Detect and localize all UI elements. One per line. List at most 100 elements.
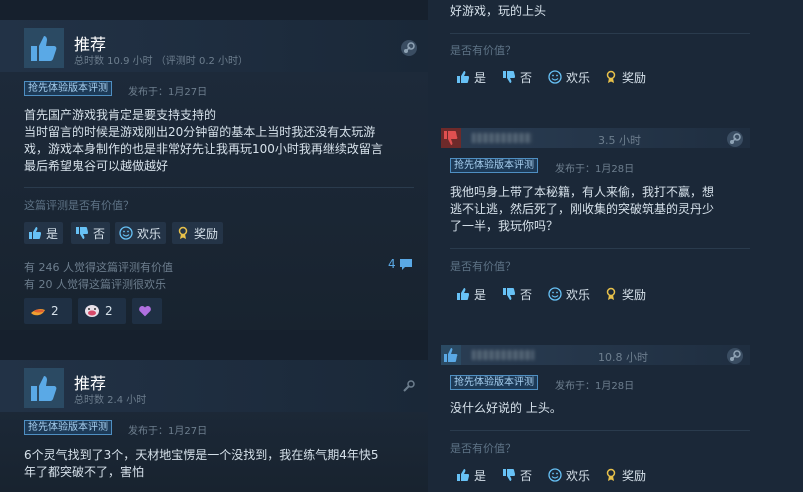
smiley-icon: [548, 468, 562, 482]
review-line: 最后希望鬼谷可以越做越好: [24, 159, 169, 173]
helpful-question: 这篇评测是否有价值？: [24, 199, 134, 212]
vote-funny-button[interactable]: 欢乐: [544, 66, 595, 88]
review-body: 首先国产游戏我肯定是要支持支持的 当时留言的时候是游戏刚出20分钟留的基本上当时…: [24, 107, 383, 175]
award-pill[interactable]: 2: [78, 298, 126, 324]
award-count: 2: [105, 304, 113, 318]
comment-count-link[interactable]: 4: [388, 257, 413, 271]
review-line: 戏，游戏本身制作的也是非常好先让我再玩100小时我再继续改留言: [24, 142, 383, 156]
steam-logo-icon[interactable]: [726, 347, 744, 365]
comment-body: 好游戏，玩的上头: [450, 3, 546, 20]
vote-yes-label: 是: [474, 287, 487, 302]
posted-date: 发布于：1月27日: [128, 426, 208, 437]
review-line: 当时留言的时候是游戏刚出20分钟留的基本上当时我还没有太玩游: [24, 125, 376, 139]
vote-yes-button[interactable]: 是: [452, 283, 491, 305]
smiley-icon: [548, 287, 562, 301]
comment-line: 逃不让逃，然后死了，刚收集的突破筑基的灵丹少: [450, 202, 715, 216]
early-access-tag: 抢先体验版本评测: [24, 420, 112, 435]
award-medal-icon: [606, 287, 616, 300]
reviewer-name-blurred: [472, 350, 534, 360]
vote-funny-label: 欢乐: [137, 226, 162, 241]
vote-funny-button[interactable]: 欢乐: [544, 283, 595, 305]
thumbs-up-icon: [24, 28, 64, 68]
review-hours: 总时数 10.9 小时 （评测时 0.2 小时）: [74, 56, 249, 67]
review-hours: 总时数 2.4 小时: [74, 395, 147, 406]
early-access-tag: 抢先体验版本评测: [450, 158, 538, 173]
comment-line: 了一半，我玩你吗？: [450, 219, 559, 233]
thumbs-up-icon: [457, 71, 469, 83]
thumbs-down-icon: [503, 71, 515, 83]
funny-count: 有 20 人觉得这篇评测很欢乐: [24, 278, 166, 291]
divider: [450, 248, 750, 249]
vote-funny-label: 欢乐: [566, 468, 591, 483]
thumbs-up-icon: [29, 227, 41, 239]
vote-yes-label: 是: [474, 468, 487, 483]
vote-no-label: 否: [520, 70, 533, 85]
helpful-question: 是否有价值？: [450, 260, 516, 273]
comment-hours: 10.8 小时: [598, 351, 648, 364]
thumbs-down-icon: [76, 227, 88, 239]
laughing-face-award-icon: [85, 305, 99, 317]
review-line: 首先国产游戏我肯定是要支持支持的: [24, 108, 217, 122]
vote-funny-button[interactable]: 欢乐: [115, 222, 167, 244]
vote-yes-label: 是: [46, 226, 59, 241]
thumbs-up-icon: [457, 288, 469, 300]
award-button[interactable]: 奖励: [600, 283, 651, 305]
award-label: 奖励: [194, 226, 219, 241]
thumbs-down-icon: [441, 128, 461, 148]
heart-award-icon: [139, 306, 151, 317]
award-button[interactable]: 奖励: [172, 222, 224, 244]
steam-logo-icon[interactable]: [400, 39, 418, 57]
award-medal-icon: [606, 468, 616, 481]
divider: [450, 430, 750, 431]
posted-date: 发布于：1月28日: [555, 164, 635, 175]
smiley-icon: [119, 226, 133, 240]
hot-dog-award-icon: [31, 309, 45, 316]
review-line: 6个灵气找到了3个，天材地宝愣是一个没找到，我在练气期4年快5: [24, 448, 379, 462]
thumbs-down-icon: [503, 469, 515, 481]
comment-count: 4: [388, 257, 396, 271]
vote-no-button[interactable]: 否: [498, 66, 537, 88]
helpful-question: 是否有价值？: [450, 44, 516, 57]
early-access-tag: 抢先体验版本评测: [24, 81, 112, 96]
comment-hours: 3.5 小时: [598, 134, 641, 147]
award-count: 2: [51, 304, 59, 318]
award-label: 奖励: [622, 287, 647, 302]
thumbs-up-icon: [24, 368, 64, 408]
review-line: 年了都突破不了，害怕: [24, 465, 145, 479]
reviewer-name-blurred: [472, 133, 532, 143]
divider: [24, 187, 414, 188]
comment-body: 我他吗身上带了本秘籍，有人来偷，我打不赢，想 逃不让逃，然后死了，刚收集的突破筑…: [450, 184, 714, 235]
divider: [450, 33, 750, 34]
steam-logo-icon[interactable]: [400, 377, 418, 395]
vote-no-button[interactable]: 否: [498, 464, 537, 486]
award-label: 奖励: [622, 468, 647, 483]
vote-no-label: 否: [93, 226, 106, 241]
review-body: 6个灵气找到了3个，天材地宝愣是一个没找到，我在练气期4年快5 年了都突破不了，…: [24, 447, 379, 481]
vote-funny-button[interactable]: 欢乐: [544, 464, 595, 486]
posted-date: 发布于：1月28日: [555, 381, 635, 392]
vote-yes-button[interactable]: 是: [452, 66, 491, 88]
comment-line: 我他吗身上带了本秘籍，有人来偷，我打不赢，想: [450, 185, 715, 199]
thumbs-up-icon: [441, 345, 461, 365]
steam-logo-icon[interactable]: [726, 130, 744, 148]
vote-no-button[interactable]: 否: [71, 222, 111, 244]
comment-bubble-icon: [399, 259, 412, 270]
vote-yes-label: 是: [474, 70, 487, 85]
vote-yes-button[interactable]: 是: [452, 464, 491, 486]
vote-yes-button[interactable]: 是: [24, 222, 64, 244]
early-access-tag: 抢先体验版本评测: [450, 375, 538, 390]
award-button[interactable]: 奖励: [600, 464, 651, 486]
comment-line: 没什么好说的 上头。: [450, 401, 562, 415]
review-header: [0, 360, 428, 412]
award-button[interactable]: 奖励: [600, 66, 651, 88]
award-label: 奖励: [622, 70, 647, 85]
vote-no-button[interactable]: 否: [498, 283, 537, 305]
thumbs-down-icon: [503, 288, 515, 300]
award-medal-icon: [606, 70, 616, 83]
award-pill[interactable]: [132, 298, 162, 324]
helpful-count: 有 246 人觉得这篇评测有价值: [24, 261, 173, 274]
award-pill[interactable]: 2: [24, 298, 72, 324]
smiley-icon: [548, 70, 562, 84]
vote-funny-label: 欢乐: [566, 70, 591, 85]
award-medal-icon: [178, 226, 188, 239]
